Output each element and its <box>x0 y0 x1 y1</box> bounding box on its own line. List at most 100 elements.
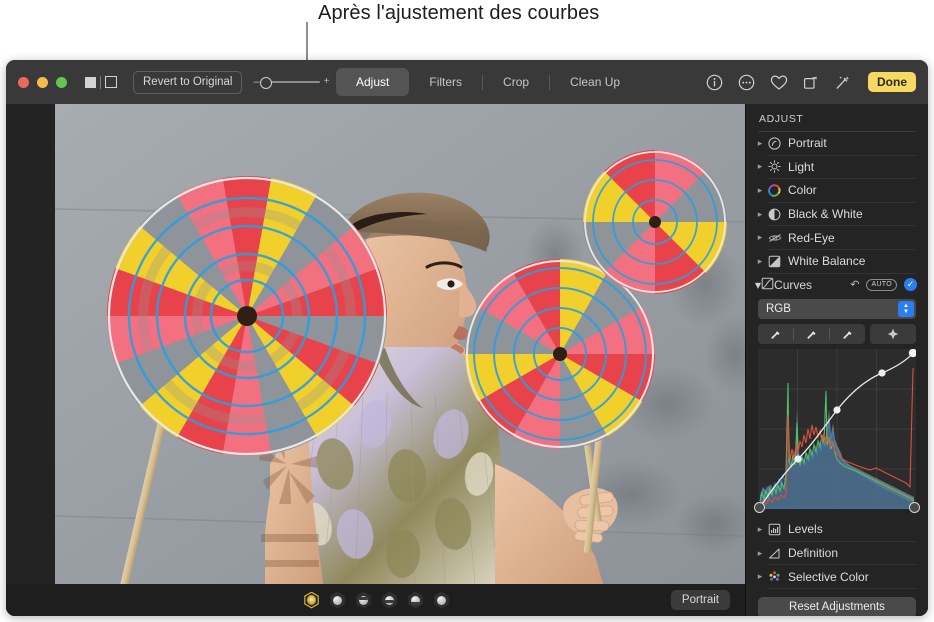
chevron-right-icon[interactable]: ▸ <box>755 162 765 171</box>
window-controls <box>18 76 67 88</box>
zoom-slider-track[interactable] <box>259 77 320 89</box>
effect-preview <box>437 595 446 605</box>
revert-to-original-button[interactable]: Revert to Original <box>133 70 243 94</box>
sidebar-item-curves[interactable]: ▾ Curves ↶ AUTO ✓ <box>746 274 928 297</box>
effect-thumb-3[interactable] <box>355 591 372 609</box>
curve-point-midtone[interactable] <box>833 406 841 414</box>
photos-editor-window: Revert to Original – + Adjust Filters Cr… <box>6 60 928 616</box>
portrait-badge-button[interactable]: Portrait <box>670 590 730 610</box>
chevron-right-icon[interactable]: ▸ <box>755 548 765 558</box>
close-window-button[interactable] <box>18 76 29 88</box>
sidebar-item-portrait[interactable]: ▸ Portrait <box>746 132 928 155</box>
effect-thumb-4[interactable] <box>381 591 398 609</box>
tab-clean-up[interactable]: Clean Up <box>550 68 640 96</box>
curves-controls: ↶ AUTO ✓ <box>850 278 917 292</box>
photo-canvas[interactable] <box>55 104 745 584</box>
more-options-icon[interactable] <box>737 73 756 92</box>
effect-thumb-5[interactable] <box>407 591 424 609</box>
split-view-icon[interactable] <box>105 76 117 88</box>
curves-enabled-toggle[interactable]: ✓ <box>904 278 917 292</box>
sidebar-item-levels[interactable]: ▸ Levels <box>746 518 928 541</box>
black-point-eyedropper[interactable] <box>758 328 793 341</box>
black-white-icon <box>767 207 782 222</box>
sidebar-item-label: Levels <box>788 522 823 537</box>
red-eye-icon <box>767 230 782 245</box>
add-curve-point-tool[interactable] <box>870 324 916 345</box>
view-mode-toggle[interactable] <box>85 75 117 89</box>
zoom-out-label[interactable]: – <box>253 76 259 88</box>
tab-adjust[interactable]: Adjust <box>336 68 410 96</box>
curves-histogram[interactable] <box>754 349 920 514</box>
sidebar-item-light[interactable]: ▸ Light <box>746 156 928 179</box>
portrait-icon <box>767 136 782 151</box>
white-balance-icon <box>767 254 782 269</box>
curves-chart[interactable] <box>758 349 916 510</box>
curve-point-highlight[interactable] <box>878 369 886 377</box>
callout-title: Après l'ajustement des courbes <box>318 2 600 24</box>
effect-thumb-6[interactable] <box>433 591 450 609</box>
effects-thumbnails <box>303 591 450 609</box>
sidebar-item-label: Selective Color <box>788 569 869 584</box>
chevron-right-icon[interactable]: ▸ <box>755 233 765 242</box>
curves-channel-value: RGB <box>766 303 791 316</box>
tab-filters[interactable]: Filters <box>409 68 482 96</box>
effect-band <box>411 601 420 605</box>
curves-channel-select[interactable]: RGB ▲ ▼ <box>758 299 916 320</box>
reset-curves-icon[interactable]: ↶ <box>850 278 859 291</box>
rotate-icon[interactable] <box>801 73 820 92</box>
sidebar-item-selective-color[interactable]: ▸ Selective Color <box>746 565 928 588</box>
minimize-window-button[interactable] <box>37 76 48 88</box>
sidebar-item-label: Black & White <box>788 207 863 222</box>
light-icon <box>767 159 782 174</box>
sidebar-item-label: Light <box>788 159 815 174</box>
effect-preview <box>333 595 342 605</box>
done-button[interactable]: Done <box>868 72 916 92</box>
effect-thumb-original[interactable] <box>303 591 320 609</box>
sidebar-item-white-balance[interactable]: ▸ White Balance <box>746 250 928 273</box>
editor-mode-tabs: Adjust Filters Crop Clean Up <box>336 68 640 96</box>
curves-tools-row <box>758 324 916 345</box>
sidebar-item-black-and-white[interactable]: ▸ Black & White <box>746 203 928 226</box>
view-divider <box>100 75 101 89</box>
favorite-heart-icon[interactable] <box>769 73 788 92</box>
gray-point-eyedropper[interactable] <box>794 328 829 341</box>
chevron-right-icon[interactable]: ▸ <box>755 185 765 195</box>
info-icon[interactable] <box>705 73 724 92</box>
sidebar-item-label: Red-Eye <box>788 230 835 245</box>
chevron-right-icon[interactable]: ▸ <box>755 138 765 148</box>
zoom-slider-knob[interactable] <box>259 77 272 89</box>
reset-adjustments-button[interactable]: Reset Adjustments <box>758 596 916 616</box>
white-point-eyedropper[interactable] <box>830 328 865 341</box>
bottom-toolbar: Portrait <box>6 584 746 616</box>
sidebar-item-label: Definition <box>788 546 839 561</box>
row-divider <box>768 587 916 589</box>
zoom-slider[interactable]: – + <box>253 76 330 89</box>
zoom-in-label[interactable]: + <box>324 77 330 87</box>
toolbar-right-icons: Done <box>705 60 916 104</box>
effect-thumb-2[interactable] <box>329 591 346 609</box>
magic-wand-icon[interactable] <box>833 73 852 92</box>
chevron-updown-icon[interactable]: ▲ ▼ <box>898 301 914 318</box>
adjust-sidebar: ADJUST ▸ Portrait ▸ Light ▸ Color ▸ Blac… <box>745 104 928 616</box>
top-toolbar: Revert to Original – + Adjust Filters Cr… <box>6 60 928 104</box>
screenshot-root: Après l'ajustement des courbes Revert to… <box>0 0 934 622</box>
single-view-icon[interactable] <box>85 76 96 88</box>
eyedropper-group <box>758 324 865 345</box>
maximize-window-button[interactable] <box>56 76 67 88</box>
sidebar-item-label: White Balance <box>788 254 866 269</box>
tab-crop[interactable]: Crop <box>483 68 549 96</box>
auto-curves-button[interactable]: AUTO <box>866 279 897 291</box>
sidebar-header: ADJUST <box>759 113 804 125</box>
effect-band <box>385 599 394 603</box>
definition-icon <box>767 546 782 561</box>
curve-point-shadow[interactable] <box>794 455 802 463</box>
chevron-right-icon[interactable]: ▸ <box>755 256 765 266</box>
sidebar-item-red-eye[interactable]: ▸ Red-Eye <box>746 226 928 249</box>
sidebar-item-color[interactable]: ▸ Color <box>746 179 928 202</box>
chevron-right-icon[interactable]: ▸ <box>755 524 765 534</box>
sidebar-item-definition[interactable]: ▸ Definition <box>746 542 928 565</box>
chevron-down-glyph: ▼ <box>903 309 909 316</box>
chevron-right-icon[interactable]: ▸ <box>755 572 765 581</box>
chevron-right-icon[interactable]: ▸ <box>755 209 765 219</box>
